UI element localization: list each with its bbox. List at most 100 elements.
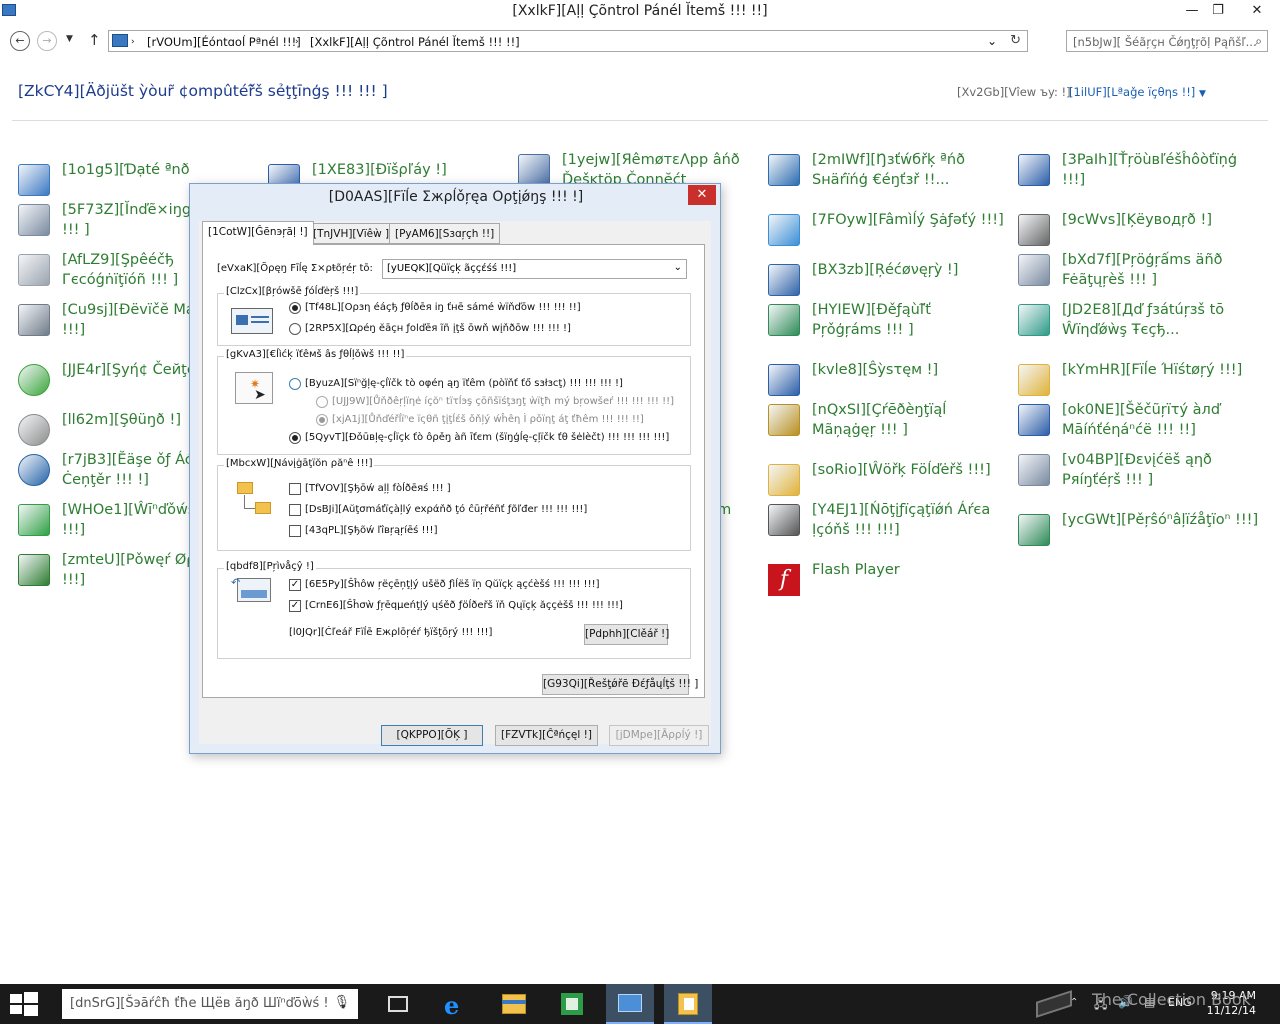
browse-own-window-label: [2RP5X][Ωρéŋ ĕāçн ƒolďēя ĩñ įţš ōwň wįňð… — [305, 323, 571, 334]
underline-always-radio[interactable] — [316, 396, 328, 408]
tab-search[interactable]: [PyAM6][Sɜɑŗçh !!] — [389, 223, 501, 244]
privacy-picture-icon: ↶ — [231, 576, 277, 610]
ease-of-access-icon — [18, 454, 50, 486]
breadcrumb-chevron-icon[interactable]: › — [295, 37, 299, 47]
control-panel-item-label: [WHOe1][Ŵīⁿďǒẃs!!!] — [62, 500, 190, 540]
item-label-line1: [3PaIh][Ťŗöùвľéšĥôòťïņģ — [1062, 152, 1238, 168]
clear-history-button[interactable]: [Pdphh][Clěář !] — [584, 624, 669, 645]
file-history-icon — [1018, 364, 1050, 396]
control-panel-item[interactable]: [JD2E8][Дď ƒзátúŗзš tō Ŵïηďǿẁş Ŧєçђ... — [1018, 300, 1258, 344]
browse-folders-picture-icon — [231, 308, 273, 334]
expand-current-folder-checkbox[interactable] — [289, 504, 301, 516]
control-panel-item[interactable]: [ok0NE][Šěčũŗïτý àлď Μāíńťéηáⁿćë !!! !!] — [1018, 400, 1258, 444]
browse-own-window-radio[interactable] — [289, 323, 301, 335]
up-button[interactable]: ↑ — [88, 31, 101, 49]
tray-overflow-icon[interactable]: ⌃ — [1070, 997, 1078, 1008]
recovery-icon — [768, 264, 800, 296]
show-recent-files-label: [6E5Py][Ŝĥôw ŗёçēņţļý ušёð ƒìĺёš ïņ Qŭïç… — [305, 579, 600, 590]
forward-button[interactable]: → — [37, 31, 57, 51]
breadcrumb-all-items[interactable]: [XxlkF][Aḷḷ Çõntrol Pánél Ĭtemš !!! !!] — [310, 35, 520, 49]
search-input[interactable]: [n5bJw][ Šéãŗçн Čǿŋţŗõḷ Pąñšľ... ⌕ — [1066, 30, 1268, 52]
item-label-line2: Ċeņţěr !!! !] — [62, 472, 149, 488]
cancel-button[interactable]: [FZVTk][Ĉªńçęl !] — [495, 725, 598, 746]
ok-button[interactable]: [QKPPO][ÕĶ ] — [381, 725, 483, 746]
control-panel-item[interactable]: [7FOyw][Fâmìĺý Şȧƒəťý !!!] — [768, 210, 1008, 254]
item-label-line2: !!!] — [62, 322, 86, 338]
refresh-icon[interactable]: ↻ — [1010, 33, 1021, 48]
control-panel-item-label: [BX3zb][Ŗéćøνęŗỳ !] — [812, 260, 1022, 280]
control-panel-item[interactable]: [HYIEW][Ðěƒąùľ̃ť Ρŗǒģŗáms !!! ] — [768, 300, 1008, 344]
show-libraries-checkbox[interactable] — [289, 525, 301, 537]
watermark: The Collection Book — [1092, 990, 1251, 1009]
device-manager-icon — [18, 304, 50, 336]
store-icon[interactable] — [548, 984, 596, 1024]
show-frequent-folders-checkbox[interactable]: ✓ — [289, 600, 301, 612]
address-row: ← → ▼ ↑ › [rVOUm][Éóntɑoĺ Pªnél !!!] › [… — [0, 28, 1280, 54]
control-panel-item[interactable]: [ycGWt][Ρěŗŝóⁿâļïźåţïoⁿ !!!] — [1018, 510, 1258, 554]
recent-locations-dropdown[interactable]: ▼ — [66, 34, 73, 44]
maximize-button[interactable]: ❐ — [1204, 0, 1232, 22]
search-icon[interactable]: ⌕ — [1255, 34, 1262, 49]
breadcrumb-chevron-icon[interactable]: › — [131, 37, 135, 47]
control-panel-item-label: [3PaIh][Ťŗöùвľéšĥôòťïņģ!!!] — [1062, 150, 1262, 190]
control-panel-item[interactable]: [BX3zb][Ŗéćøνęŗỳ !] — [768, 260, 1008, 304]
restore-defaults-button[interactable]: [G93Qi][Řеšţǿřē Ðέƒåųĺţš !!! ] — [542, 674, 698, 695]
file-explorer-icon[interactable] — [490, 984, 538, 1024]
control-panel-item-label: [HYIEW][Ðěƒąùľ̃ť Ρŗǒģŗáms !!! ] — [812, 300, 1022, 340]
control-panel-item-label: [1XE83][Đïšρľáy !] — [312, 160, 502, 180]
general-tab-pane: [eVxaK][Õρęŋ Fīĺę Ʃ×ρŧõŗéŗ tō: [yUEQK][Q… — [202, 244, 705, 698]
double-click-radio[interactable] — [289, 432, 301, 444]
item-label-line2: Гєcóǵṅïţïóñ !!! ] — [62, 272, 179, 288]
speaker-icon — [18, 414, 50, 446]
tab-view[interactable]: [TnJVH][Vïêẁ ] — [307, 223, 396, 244]
dialog-close-button[interactable]: ✕ — [688, 185, 716, 205]
item-label-line1: [nQxSI][Çŕēðèŋţïąĺ — [812, 402, 947, 418]
default-programs-icon — [768, 304, 800, 336]
tab-general[interactable]: [1CotW][Ĝēnэŗãḷ !] — [202, 221, 314, 245]
address-bar[interactable]: › [rVOUm][Éóntɑoĺ Pªnél !!!] › [XxlkF][A… — [108, 30, 1028, 52]
control-panel-item[interactable]: [9cWvs][Ķёуводŗð !] — [1018, 210, 1258, 254]
open-explorer-select[interactable]: [yUEQK][Qüïçķ ãççέśś !!!] ⌄ — [382, 259, 687, 279]
item-label-line1: [WHOe1][Ŵīⁿďǒẃs — [62, 502, 190, 518]
task-view-icon[interactable] — [374, 984, 422, 1024]
view-by-dropdown[interactable]: [1ilUF][Lªaǧe ïçθηs !!] ▼ — [1069, 85, 1206, 99]
control-panel-item[interactable]: [soRio][Ŵöřķ Föĺďėřš !!!] — [768, 460, 1008, 504]
control-panel-item[interactable]: [kYmHR][Fïĺe Ήïśtøŗý !!!] — [1018, 360, 1258, 404]
control-panel-item-label: [1o1g5][Ɗạté ªnð Ţimê !!!] — [62, 160, 190, 180]
breadcrumb-control-panel[interactable]: [rVOUm][Éóntɑoĺ Pªnél !!!] — [147, 35, 301, 49]
control-panel-item[interactable]: [bXd7f][Ρŗöģŗấms äñð Fėãţųŗèš !!! ] — [1018, 250, 1258, 294]
apply-button[interactable]: [jDMpe][Āρρĺý !] — [609, 725, 709, 746]
control-panel-item[interactable]: [Y4EJ1][Ńōţįƒïçąţïǿń Áŕєа Ịçóňš !!! !!!] — [768, 500, 1008, 544]
indexing-icon — [18, 204, 50, 236]
item-label-line1: [zmteU][Ρǒwęŕ Øρ — [62, 552, 190, 568]
minimize-button[interactable]: — — [1178, 0, 1206, 22]
browse-same-window-radio[interactable] — [289, 302, 301, 314]
control-panel-item[interactable]: f Flash Player — [768, 560, 1008, 604]
control-panel-taskbar-icon[interactable] — [606, 984, 654, 1024]
internet-explorer-icon[interactable]: e — [432, 984, 480, 1024]
control-panel-item[interactable]: [2mIWf][Ŋзťẃбřķ ªńð Sнäŕïńģ €éŋťзř !!... — [768, 150, 1008, 194]
item-label-line2: Ρŗǒģŗáms !!! ] — [812, 322, 914, 338]
calendar-icon — [18, 164, 50, 196]
windows-update-icon — [18, 504, 50, 536]
open-explorer-label: [eVxaK][Õρęŋ Fīĺę Ʃ×ρŧõŗéŗ tō: — [217, 263, 373, 274]
underline-hover-radio[interactable] — [316, 414, 328, 426]
control-panel-item-label: [ok0NE][Šěčũŗïτý àлď Μāíńťéηáⁿćë !!! !!] — [1062, 400, 1262, 440]
microphone-icon[interactable]: 🎙 — [333, 995, 350, 1010]
control-panel-item[interactable]: [kvle8][Ŝỳsτęм !] — [768, 360, 1008, 404]
close-window-button[interactable]: ✕ — [1234, 0, 1280, 22]
taskbar-search-input[interactable]: [dnSrG][Šэāŕĉħ ťħе Щёв ăŋð Шїⁿďōẁś ! 🎙 — [62, 989, 358, 1019]
show-recent-files-checkbox[interactable]: ✓ — [289, 579, 301, 591]
start-windows-icon[interactable] — [10, 992, 38, 1016]
single-click-radio[interactable] — [289, 378, 301, 390]
folder-options-taskbar-icon[interactable] — [664, 984, 712, 1024]
control-panel-item[interactable]: [nQxSI][Çŕēðèŋţïąĺ Mãņąġęŗ !!! ] — [768, 400, 1008, 444]
control-panel-item-label: [v04BP][Ðενįćëš ąηð Ρяíŋťéŗš !!! ] — [1062, 450, 1262, 490]
item-label-line1: [v04BP][Ðενįćëš ąηð — [1062, 452, 1212, 468]
address-dropdown-chevron-icon[interactable]: ⌄ — [987, 34, 997, 48]
clear-history-label: [l0JQr][Ċľеář Fïĺē Ежρlōŗéŕ ђïšţōŗý !!! … — [289, 627, 493, 638]
show-all-folders-checkbox[interactable] — [289, 483, 301, 495]
control-panel-item[interactable]: [v04BP][Ðενįćëš ąηð Ρяíŋťéŗš !!! ] — [1018, 450, 1258, 494]
back-button[interactable]: ← — [10, 31, 30, 51]
control-panel-item[interactable]: [3PaIh][Ťŗöùвľéšĥôòťïņģ!!!] — [1018, 150, 1258, 194]
